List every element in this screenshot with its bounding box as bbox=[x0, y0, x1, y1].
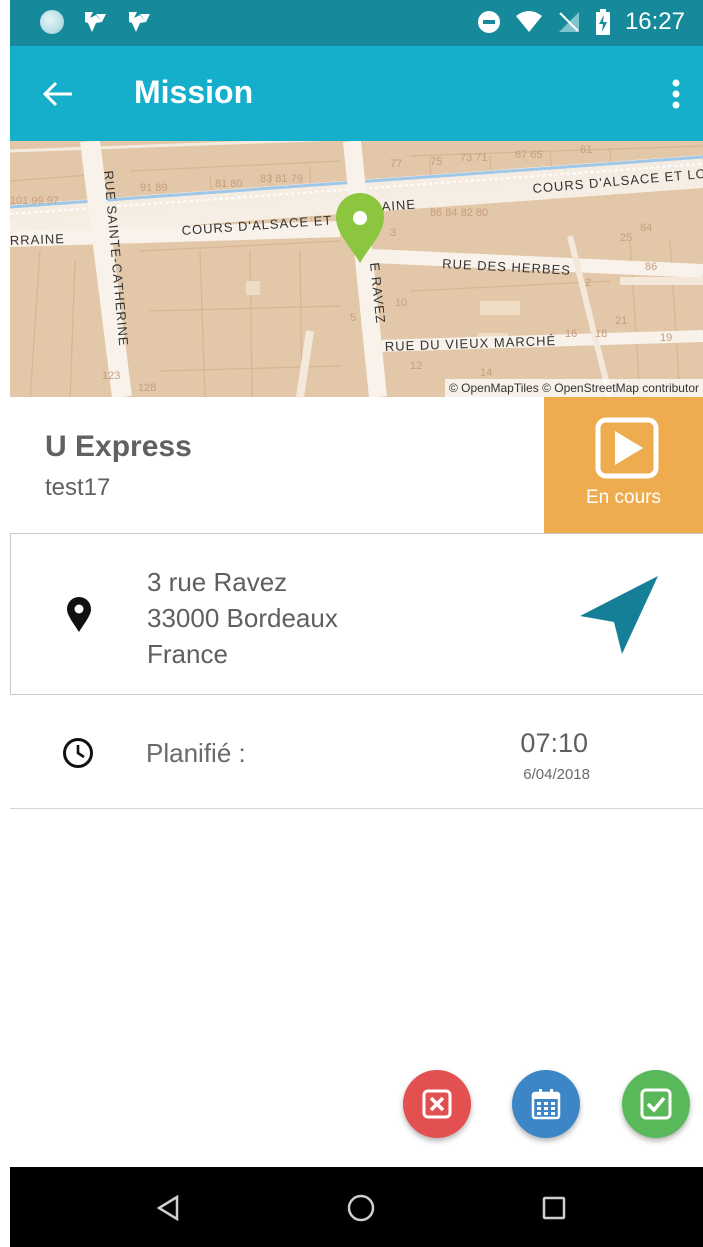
screen-margin bbox=[0, 0, 10, 1247]
back-button[interactable] bbox=[38, 74, 78, 114]
status-time: 16:27 bbox=[624, 8, 685, 35]
svg-text:101 99 97: 101 99 97 bbox=[10, 195, 59, 207]
schedule-row: Planifié : 07:10 6/04/2018 bbox=[10, 696, 703, 809]
svg-text:12: 12 bbox=[410, 360, 422, 372]
navigate-arrow-icon[interactable] bbox=[578, 574, 660, 656]
nav-recents-button[interactable] bbox=[539, 1193, 569, 1223]
validate-mission-button[interactable] bbox=[622, 1070, 690, 1138]
map-attribution[interactable]: © OpenMapTiles © OpenStreetMap contribut… bbox=[444, 379, 703, 397]
status-bar: 16:27 bbox=[10, 0, 703, 46]
svg-text:86 84 82 80: 86 84 82 80 bbox=[430, 207, 488, 219]
svg-text:128: 128 bbox=[138, 382, 156, 394]
map-view[interactable]: 101 99 97 91 89 81 80 83 81 79 77 75 73 … bbox=[10, 141, 703, 397]
svg-text:5: 5 bbox=[350, 312, 356, 324]
nav-back-button[interactable] bbox=[153, 1193, 183, 1223]
checkbox-icon bbox=[640, 1088, 672, 1120]
sync-dot-icon bbox=[40, 10, 64, 34]
svg-text:84: 84 bbox=[640, 222, 652, 234]
clock-icon bbox=[63, 738, 93, 768]
play-icon bbox=[595, 417, 659, 479]
nav-home-button[interactable] bbox=[346, 1193, 376, 1223]
svg-text:123: 123 bbox=[102, 370, 120, 382]
svg-text:18: 18 bbox=[595, 328, 607, 340]
overflow-menu-button[interactable] bbox=[661, 74, 691, 114]
svg-text:16: 16 bbox=[565, 328, 577, 340]
mission-screen: 16:27 Mission 101 99 97 91 89 81 80 83 8… bbox=[10, 0, 703, 1247]
app-bar: Mission bbox=[10, 46, 703, 141]
battery-charging-icon bbox=[595, 9, 610, 35]
close-box-icon bbox=[422, 1089, 452, 1119]
mission-status-button[interactable]: En cours bbox=[544, 397, 703, 533]
svg-text:67 65: 67 65 bbox=[515, 149, 543, 161]
map-street-label: AINE bbox=[381, 197, 416, 214]
svg-text:83 81 79: 83 81 79 bbox=[260, 173, 303, 185]
home-circle-icon bbox=[347, 1194, 375, 1222]
app-notification-icon bbox=[129, 12, 150, 32]
no-sim-icon bbox=[558, 12, 579, 32]
svg-text:3: 3 bbox=[390, 227, 396, 239]
arrow-back-icon bbox=[43, 81, 72, 107]
back-triangle-icon bbox=[156, 1195, 179, 1221]
cancel-mission-button[interactable] bbox=[403, 1070, 471, 1138]
mission-header: U Express test17 En cours bbox=[10, 397, 703, 533]
svg-text:25: 25 bbox=[620, 232, 632, 244]
store-name: U Express bbox=[45, 430, 192, 463]
svg-text:19: 19 bbox=[660, 332, 672, 344]
map-street-label: RRAINE bbox=[10, 231, 65, 248]
address-text: 3 rue Ravez 33000 Bordeaux France bbox=[147, 564, 338, 672]
svg-text:14: 14 bbox=[480, 367, 492, 379]
address-city: 33000 Bordeaux bbox=[147, 603, 338, 633]
system-nav-bar bbox=[10, 1167, 703, 1247]
recents-square-icon bbox=[542, 1196, 566, 1220]
svg-text:81 80: 81 80 bbox=[215, 178, 243, 190]
do-not-disturb-icon bbox=[477, 11, 500, 33]
wifi-icon bbox=[515, 11, 542, 32]
reschedule-button[interactable] bbox=[512, 1070, 580, 1138]
svg-text:77: 77 bbox=[390, 158, 402, 170]
more-vert-icon bbox=[672, 79, 680, 109]
svg-text:10: 10 bbox=[395, 297, 407, 309]
svg-text:21: 21 bbox=[615, 315, 627, 327]
svg-text:61: 61 bbox=[580, 144, 592, 156]
schedule-time: 07:10 bbox=[520, 728, 588, 758]
schedule-date: 6/04/2018 bbox=[523, 766, 590, 783]
address-card: 3 rue Ravez 33000 Bordeaux France bbox=[10, 533, 703, 695]
svg-text:2: 2 bbox=[585, 277, 591, 289]
app-notification-icon bbox=[85, 12, 106, 32]
location-pin-icon bbox=[67, 597, 91, 632]
schedule-label: Planifié : bbox=[146, 738, 246, 768]
mission-subtitle: test17 bbox=[45, 474, 111, 501]
svg-text:73 71: 73 71 bbox=[460, 152, 488, 164]
svg-text:86: 86 bbox=[645, 261, 657, 273]
mission-status-label: En cours bbox=[586, 487, 661, 508]
svg-text:75: 75 bbox=[430, 156, 442, 168]
address-country: France bbox=[147, 639, 228, 669]
page-title: Mission bbox=[134, 74, 254, 110]
svg-text:91 89: 91 89 bbox=[140, 182, 168, 194]
address-street: 3 rue Ravez bbox=[147, 567, 288, 597]
calendar-icon bbox=[531, 1089, 561, 1120]
